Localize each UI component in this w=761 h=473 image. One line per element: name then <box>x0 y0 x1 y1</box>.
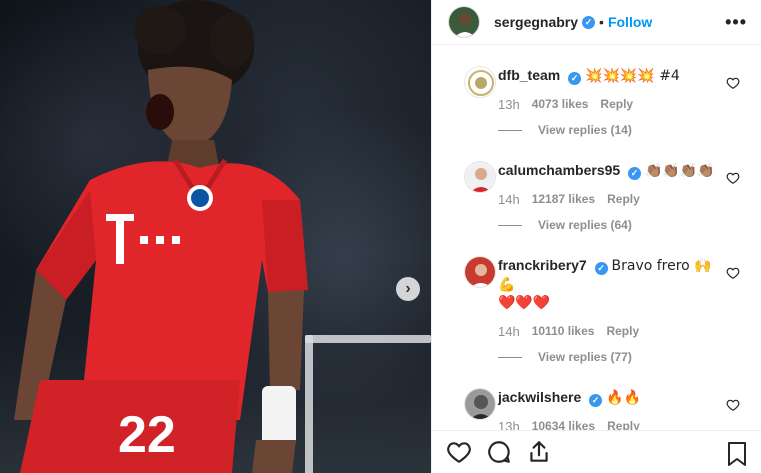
comment-item: calumchambers95 ✓ 👏🏽👏🏽👏🏽👏🏽 14h 12187 lik… <box>448 161 746 232</box>
view-replies-label: View replies (14) <box>538 123 632 137</box>
reply-button[interactable]: Reply <box>606 324 639 339</box>
heart-icon[interactable] <box>726 266 740 280</box>
comment-item: dfb_team ✓ 💥💥💥💥 #4 13h 4073 likes Reply … <box>448 66 746 137</box>
player-illustration: 22 <box>14 0 308 473</box>
chevron-right-icon: › <box>405 280 411 297</box>
view-replies-button[interactable]: View replies (64) <box>498 218 746 232</box>
comment-likes[interactable]: 10634 likes <box>532 419 595 430</box>
comment-time[interactable]: 13h <box>498 97 520 112</box>
replies-divider <box>498 224 522 226</box>
jersey-number: 22 <box>118 406 176 464</box>
comment-text: 🔥🔥 <box>606 390 641 406</box>
heart-icon[interactable] <box>446 439 472 465</box>
view-replies-button[interactable]: View replies (14) <box>498 123 746 137</box>
heart-icon[interactable] <box>726 398 740 412</box>
verified-badge-icon: ✓ <box>582 15 596 29</box>
verified-badge-icon: ✓ <box>568 71 582 85</box>
comment-likes[interactable]: 10110 likes <box>532 324 595 339</box>
commenter-avatar[interactable] <box>464 66 496 98</box>
view-replies-label: View replies (77) <box>538 350 632 364</box>
commenter-avatar[interactable] <box>464 161 496 193</box>
comment-text-line2: ❤️❤️❤️ <box>498 295 551 311</box>
comment-meta: 13h 4073 likes Reply <box>498 97 746 112</box>
comment-likes[interactable]: 12187 likes <box>532 192 595 207</box>
comment-text: 💥💥💥💥 #4 <box>585 68 680 84</box>
action-bar <box>432 430 761 473</box>
comment-meta: 13h 10634 likes Reply <box>498 419 746 430</box>
comment-time[interactable]: 13h <box>498 419 520 430</box>
comment-icon[interactable] <box>486 439 512 465</box>
author-username[interactable]: sergegnabry <box>494 14 578 30</box>
share-icon[interactable] <box>526 439 552 465</box>
commenter-username[interactable]: jackwilshere <box>498 389 581 405</box>
reply-button[interactable]: Reply <box>607 192 640 207</box>
comment-meta: 14h 12187 likes Reply <box>498 192 746 207</box>
verified-badge-icon: ✓ <box>589 393 603 407</box>
post-sidebar: sergegnabry ✓ • Follow ••• dfb_team ✓ 💥💥… <box>431 0 761 473</box>
next-photo-button[interactable]: › <box>396 277 420 301</box>
reply-button[interactable]: Reply <box>607 419 640 430</box>
post-header: sergegnabry ✓ • Follow ••• <box>432 0 761 45</box>
comment-item: franckribery7 ✓ Bravo frero 🙌💪 ❤️❤️❤️ 14… <box>448 256 746 364</box>
separator-dot: • <box>599 14 604 30</box>
commenter-avatar[interactable] <box>464 388 496 420</box>
replies-divider <box>498 356 522 358</box>
commenter-avatar[interactable] <box>464 256 496 288</box>
replies-divider <box>498 129 522 131</box>
view-replies-button[interactable]: View replies (77) <box>498 350 746 364</box>
commenter-username[interactable]: calumchambers95 <box>498 162 620 178</box>
comment-item: jackwilshere ✓ 🔥🔥 13h 10634 likes Reply <box>448 388 746 430</box>
reply-button[interactable]: Reply <box>600 97 633 112</box>
verified-badge-icon: ✓ <box>594 261 608 275</box>
comment-text: 👏🏽👏🏽👏🏽👏🏽 <box>644 163 715 179</box>
follow-button[interactable]: Follow <box>608 14 652 30</box>
comment-list[interactable]: dfb_team ✓ 💥💥💥💥 #4 13h 4073 likes Reply … <box>432 46 761 430</box>
bookmark-icon[interactable] <box>726 441 748 467</box>
commenter-username[interactable]: dfb_team <box>498 67 560 83</box>
comment-meta: 14h 10110 likes Reply <box>498 324 746 339</box>
heart-icon[interactable] <box>726 76 740 90</box>
comment-time[interactable]: 14h <box>498 192 520 207</box>
view-replies-label: View replies (64) <box>538 218 632 232</box>
heart-icon[interactable] <box>726 171 740 185</box>
comment-likes[interactable]: 4073 likes <box>532 97 589 112</box>
post-viewer: 22 › sergegnabry ✓ • Follow ••• dfb_team… <box>0 0 761 473</box>
author-avatar[interactable] <box>448 6 480 38</box>
more-options-icon[interactable]: ••• <box>725 12 747 33</box>
verified-badge-icon: ✓ <box>628 166 642 180</box>
post-photo[interactable]: 22 › <box>0 0 431 473</box>
comment-time[interactable]: 14h <box>498 324 520 339</box>
commenter-username[interactable]: franckribery7 <box>498 257 587 273</box>
